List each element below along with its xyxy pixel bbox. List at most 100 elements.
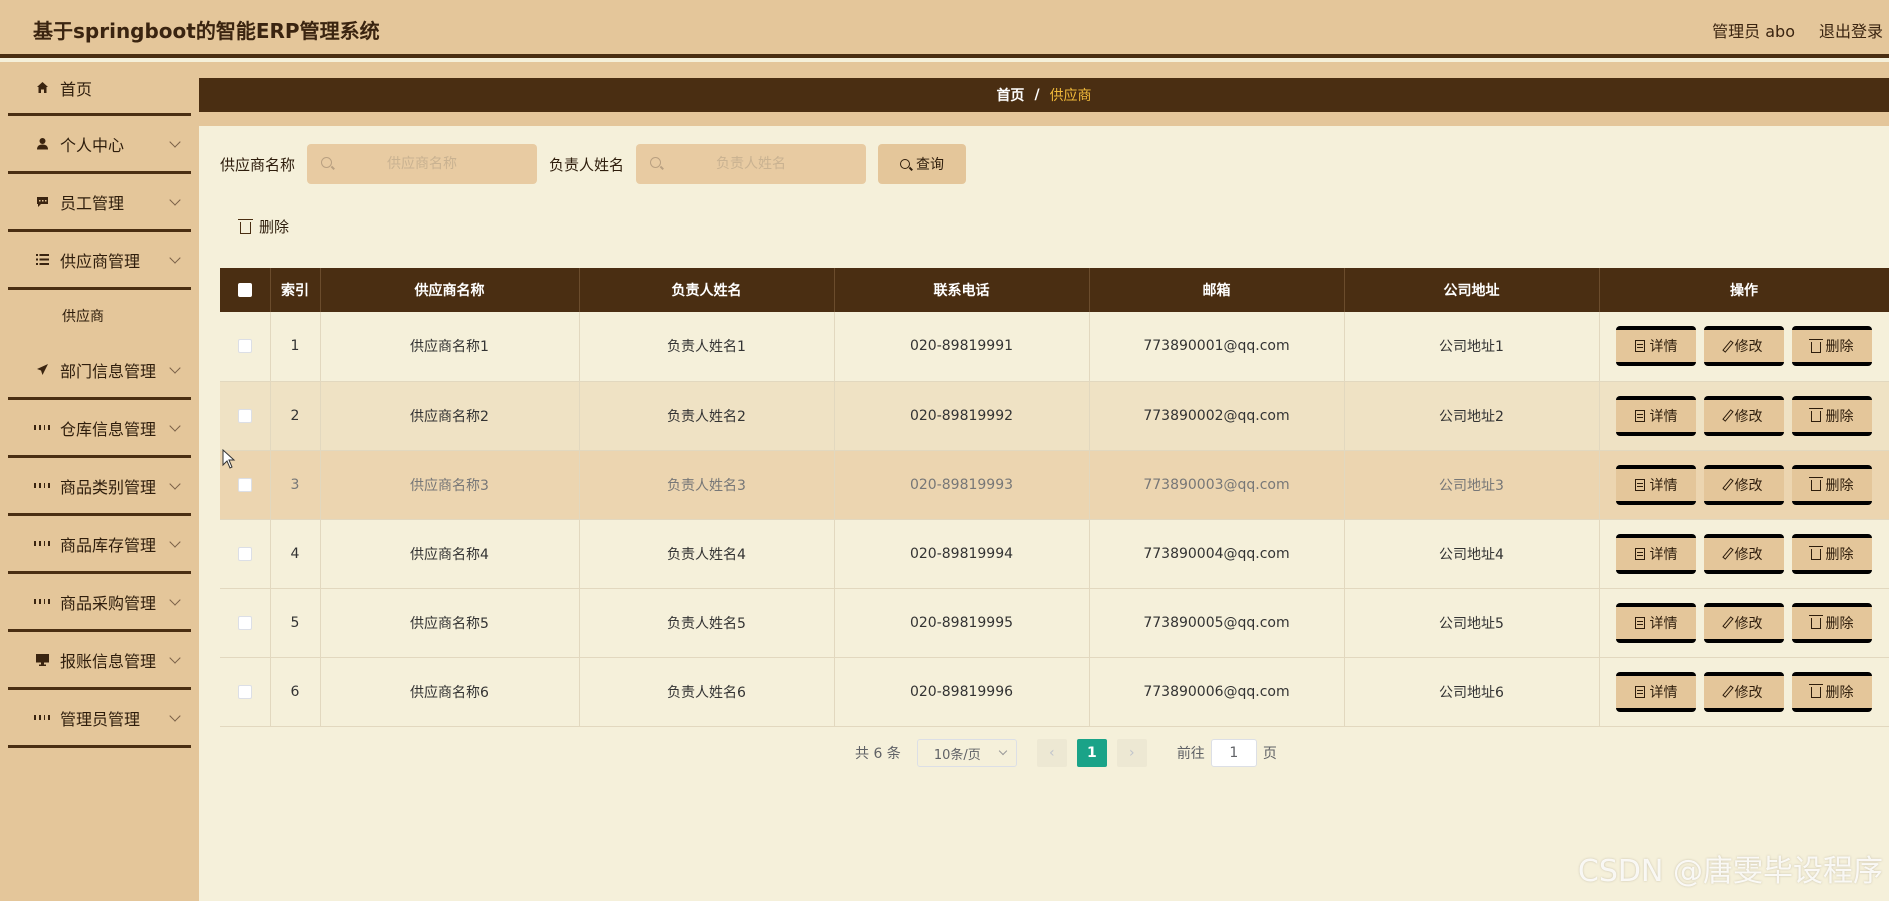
- column-header: 负责人姓名: [579, 268, 835, 312]
- goto-page-input[interactable]: 1: [1210, 739, 1257, 767]
- document-icon: [1634, 685, 1645, 698]
- sidebar-item-product-inventory[interactable]: 商品库存管理: [8, 516, 191, 574]
- chat-icon: [34, 194, 50, 210]
- detail-button[interactable]: 详情: [1616, 326, 1696, 367]
- page-number-current[interactable]: 1: [1076, 739, 1107, 767]
- delete-button[interactable]: 删除: [1792, 326, 1872, 367]
- delete-button[interactable]: 删除: [1792, 602, 1872, 643]
- search-form: 供应商名称 负责人姓名 查询: [220, 144, 967, 184]
- detail-button[interactable]: 详情: [1616, 395, 1696, 436]
- trash-icon: [238, 218, 253, 234]
- sidebar-item-department[interactable]: 部门信息管理: [8, 342, 191, 400]
- detail-button[interactable]: 详情: [1616, 602, 1696, 643]
- chevron-down-icon: [169, 194, 181, 206]
- detail-button-label: 详情: [1649, 339, 1678, 356]
- cell-supplier-name: 供应商名称1: [320, 312, 580, 382]
- delete-button[interactable]: 删除: [1792, 464, 1872, 505]
- breadcrumb-home[interactable]: 首页: [996, 85, 1024, 105]
- row-checkbox[interactable]: [237, 477, 252, 492]
- contact-name-field-wrap: [636, 144, 867, 184]
- sidebar-item-product-category[interactable]: 商品类别管理: [8, 458, 191, 516]
- cell-actions: 详情 修改 删除: [1599, 312, 1889, 382]
- contact-name-input[interactable]: [636, 144, 867, 184]
- grid-icon: [34, 536, 50, 552]
- edit-button-label: 修改: [1734, 615, 1763, 632]
- cell-actions: 详情 修改 删除: [1599, 588, 1889, 658]
- select-all-header: [220, 268, 271, 312]
- bulk-delete-button[interactable]: 删除: [238, 216, 289, 237]
- home-icon: [34, 80, 50, 96]
- sidebar-subitem-supplier[interactable]: 供应商: [8, 290, 191, 342]
- edit-button[interactable]: 修改: [1704, 395, 1784, 436]
- pagination: 共 6 条 10条/页 ‹ 1 › 前往 1 页: [855, 739, 1277, 767]
- delete-button-label: 删除: [1825, 684, 1854, 701]
- cell-email: 773890004@qq.com: [1089, 519, 1345, 589]
- page-size-value: 10条/页: [933, 747, 981, 763]
- send-icon: [34, 362, 50, 378]
- cell-address: 公司地址1: [1344, 312, 1600, 382]
- sidebar-item-label: 个人中心: [60, 135, 125, 155]
- grid-icon: [34, 710, 50, 726]
- pencil-icon: [1721, 685, 1734, 698]
- cell-phone: 020-89819995: [834, 588, 1090, 658]
- row-checkbox[interactable]: [237, 546, 252, 561]
- prev-page-button[interactable]: ‹: [1036, 739, 1067, 767]
- table-row: 1 供应商名称1 负责人姓名1 020-89819991 773890001@q…: [220, 312, 1889, 382]
- pencil-icon: [1721, 616, 1734, 629]
- detail-button-label: 详情: [1649, 546, 1678, 563]
- delete-button[interactable]: 删除: [1792, 671, 1872, 712]
- row-checkbox[interactable]: [237, 684, 252, 699]
- sidebar-item-admin[interactable]: 管理员管理: [8, 690, 191, 748]
- row-checkbox[interactable]: [237, 615, 252, 630]
- detail-button-label: 详情: [1649, 615, 1678, 632]
- cell-contact-name: 负责人姓名3: [579, 450, 835, 520]
- column-header: 供应商名称: [320, 268, 580, 312]
- document-icon: [1634, 547, 1645, 560]
- detail-button[interactable]: 详情: [1616, 533, 1696, 574]
- cell-supplier-name: 供应商名称5: [320, 588, 580, 658]
- edit-button[interactable]: 修改: [1704, 326, 1784, 367]
- sidebar-item-supplier-management[interactable]: 供应商管理: [8, 232, 191, 290]
- supplier-table: 索引 供应商名称 负责人姓名 联系电话 邮箱 公司地址 操作 1 供应商名称1 …: [220, 268, 1889, 727]
- edit-button[interactable]: 修改: [1704, 533, 1784, 574]
- sidebar-item-employee[interactable]: 员工管理: [8, 174, 191, 232]
- query-button-label: 查询: [916, 157, 945, 173]
- sidebar-item-product-purchase[interactable]: 商品采购管理: [8, 574, 191, 632]
- cell-actions: 详情 修改 删除: [1599, 657, 1889, 727]
- query-button[interactable]: 查询: [878, 144, 967, 184]
- chevron-right-icon: ›: [1129, 745, 1135, 761]
- grid-icon: [34, 478, 50, 494]
- cell-actions: 详情 修改 删除: [1599, 381, 1889, 451]
- select-all-checkbox[interactable]: [237, 283, 252, 297]
- edit-button[interactable]: 修改: [1704, 602, 1784, 643]
- detail-button[interactable]: 详情: [1616, 671, 1696, 712]
- delete-button[interactable]: 删除: [1792, 395, 1872, 436]
- pencil-icon: [1721, 339, 1734, 353]
- sidebar-item-personal-center[interactable]: 个人中心: [8, 116, 191, 174]
- sidebar-item-expense[interactable]: 报账信息管理: [8, 632, 191, 690]
- next-page-button[interactable]: ›: [1116, 739, 1147, 767]
- trash-icon: [1808, 338, 1823, 353]
- logout-link[interactable]: 退出登录: [1819, 18, 1883, 42]
- pencil-icon: [1721, 478, 1734, 491]
- cell-phone: 020-89819993: [834, 450, 1090, 520]
- sidebar-subitem-label: 供应商: [62, 309, 104, 325]
- document-icon: [1634, 478, 1645, 491]
- chevron-down-icon: [169, 536, 181, 548]
- sidebar-item-label: 仓库信息管理: [60, 419, 157, 439]
- document-icon: [1634, 616, 1645, 629]
- edit-button[interactable]: 修改: [1704, 464, 1784, 505]
- monitor-icon: [34, 652, 50, 668]
- row-checkbox[interactable]: [237, 408, 252, 423]
- page-size-select[interactable]: 10条/页: [916, 739, 1017, 767]
- supplier-name-input[interactable]: [307, 144, 538, 184]
- row-checkbox[interactable]: [237, 339, 252, 354]
- detail-button[interactable]: 详情: [1616, 464, 1696, 505]
- table-row: 5 供应商名称5 负责人姓名5 020-89819995 773890005@q…: [220, 588, 1889, 658]
- sidebar-item-warehouse[interactable]: 仓库信息管理: [8, 400, 191, 458]
- sidebar-item-home[interactable]: 首页: [8, 62, 191, 116]
- delete-button[interactable]: 删除: [1792, 533, 1872, 574]
- cell-supplier-name: 供应商名称4: [320, 519, 580, 589]
- document-icon: [1634, 340, 1645, 353]
- edit-button[interactable]: 修改: [1704, 671, 1784, 712]
